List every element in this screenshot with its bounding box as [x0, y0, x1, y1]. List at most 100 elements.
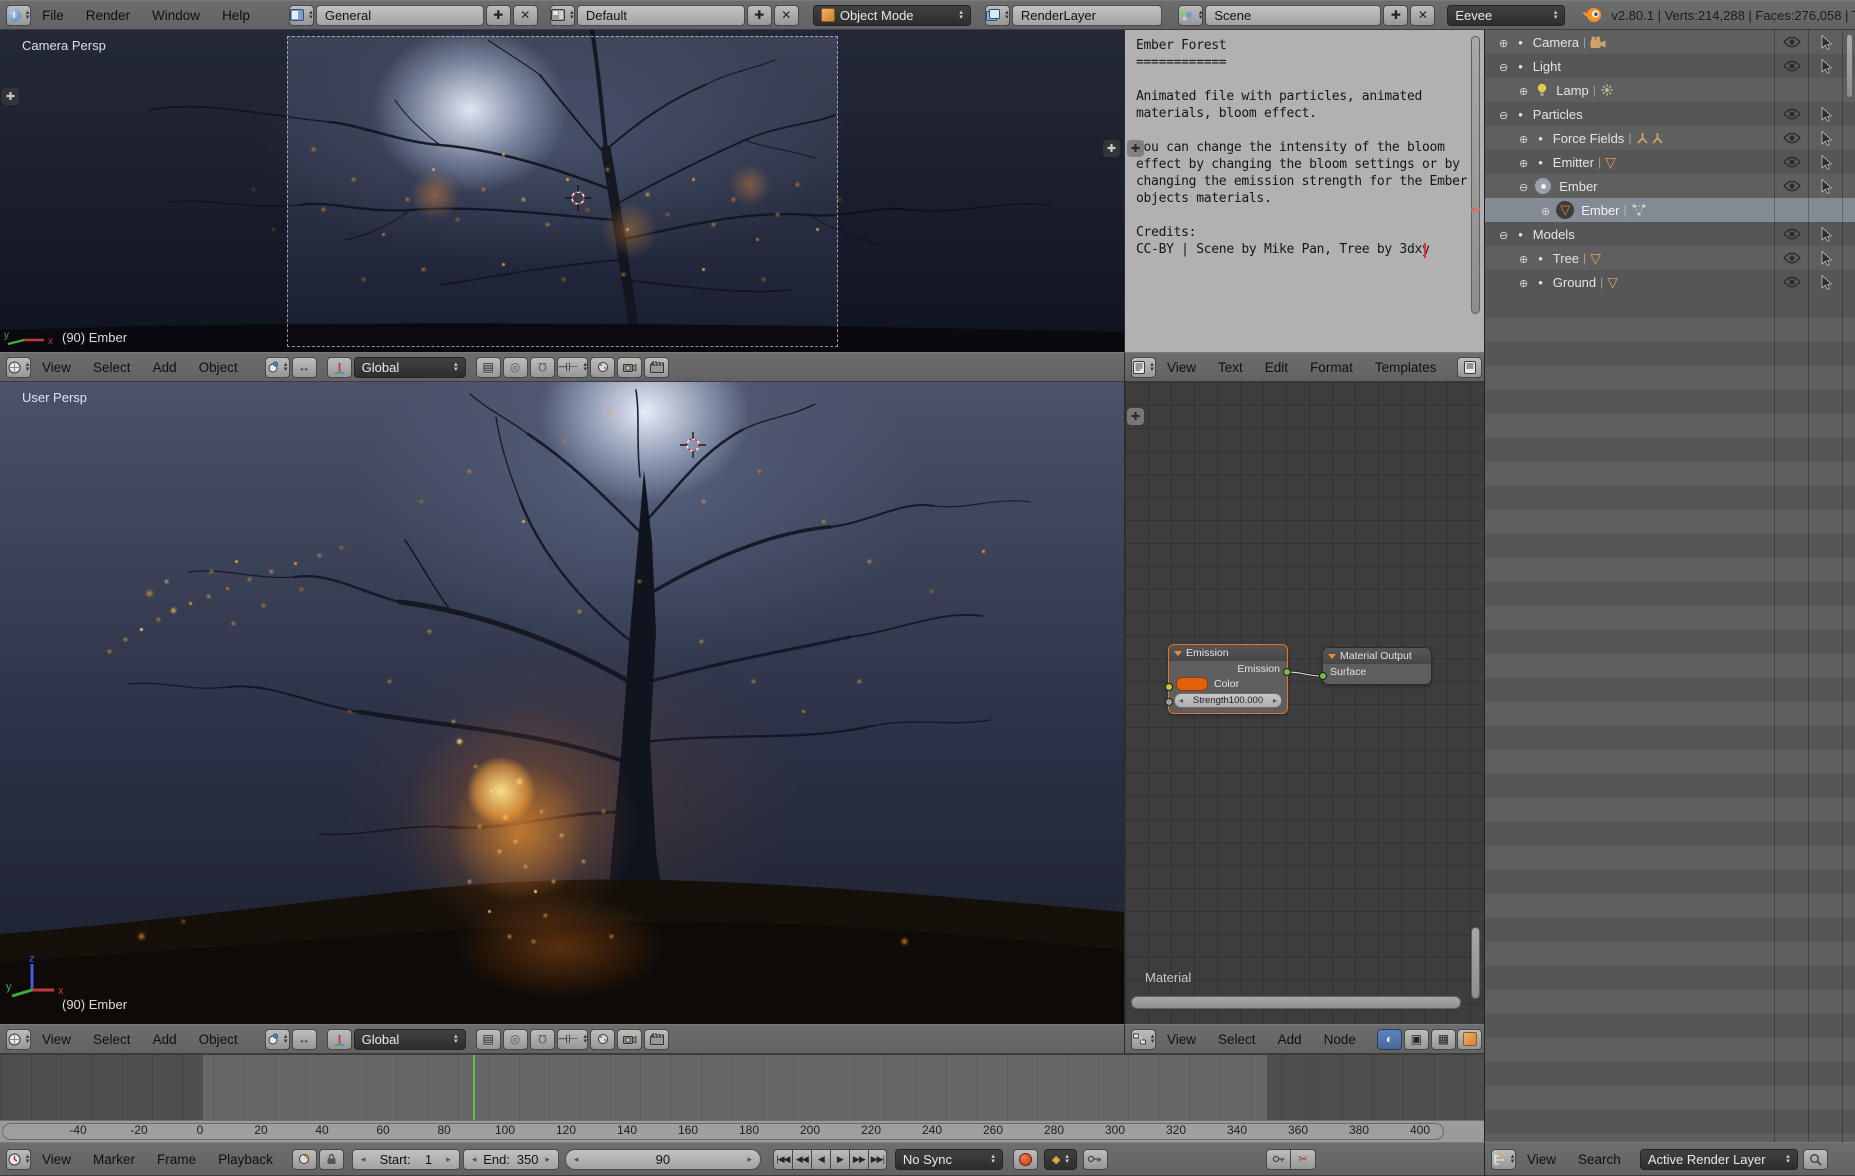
hide-toggle[interactable] — [1775, 222, 1809, 246]
shader-type-world-toggle[interactable]: ▣ — [1404, 1029, 1429, 1050]
color-input-socket[interactable] — [1165, 683, 1173, 691]
outliner-item-label[interactable]: Lamp — [1556, 83, 1589, 98]
snap-target-button[interactable]: ▤ — [476, 1029, 501, 1050]
snap-magnet-icon[interactable]: Ω — [530, 357, 555, 378]
node-editor-vscrollbar[interactable] — [1471, 927, 1480, 999]
layout-browse-button[interactable] — [550, 5, 575, 26]
add-scene-button[interactable]: ✚ — [1383, 5, 1408, 26]
shader-node-editor[interactable]: Emission Emission Color ◂Strength100.000… — [1124, 382, 1484, 1024]
selectability-toggle[interactable] — [1809, 246, 1843, 270]
editor-type-node-button[interactable] — [1131, 1029, 1156, 1050]
strength-slider[interactable]: ◂Strength100.000▸ — [1174, 693, 1282, 708]
record-button[interactable] — [1013, 1149, 1038, 1170]
selectability-toggle[interactable] — [1809, 30, 1843, 54]
workspace-name-field[interactable]: General — [316, 5, 484, 26]
color-swatch[interactable] — [1176, 677, 1208, 691]
node-editor-hscrollbar[interactable] — [1131, 996, 1461, 1009]
frame-end-field[interactable]: ◂End:350▸ — [463, 1149, 559, 1170]
workspace-browse-button[interactable] — [289, 5, 314, 26]
selectability-toggle[interactable] — [1809, 54, 1843, 78]
menu-select[interactable]: Select — [1207, 1032, 1267, 1047]
shader-type-linestyle-toggle[interactable]: ▦ — [1431, 1029, 1456, 1050]
region-expand-handle[interactable]: ✚ — [1103, 140, 1120, 157]
menu-text[interactable]: Text — [1207, 360, 1254, 375]
mode-dropdown[interactable]: Object Mode — [813, 5, 971, 26]
collapse-icon[interactable] — [1519, 179, 1528, 194]
expand-icon[interactable] — [1519, 83, 1528, 98]
menu-add[interactable]: Add — [142, 360, 188, 375]
menu-view[interactable]: View — [1516, 1152, 1567, 1167]
render-image-button[interactable]: + — [617, 1029, 642, 1050]
material-datablock-button[interactable] — [1457, 1029, 1482, 1050]
outliner-item-label[interactable]: Light — [1533, 59, 1561, 74]
expand-icon[interactable] — [1499, 35, 1508, 50]
editor-type-3dview-button[interactable] — [6, 357, 31, 378]
outliner-item-label[interactable]: Models — [1533, 227, 1575, 242]
hide-toggle[interactable] — [1775, 102, 1809, 126]
frame-start-field[interactable]: ◂Start:1▸ — [352, 1149, 460, 1170]
render-animation-button[interactable] — [644, 1029, 669, 1050]
close-workspace-button[interactable]: ✕ — [513, 5, 538, 26]
selectability-toggle[interactable] — [1809, 222, 1843, 246]
jump-to-start-button[interactable]: |◀◀ — [773, 1149, 792, 1170]
selectability-toggle[interactable] — [1809, 102, 1843, 126]
menu-frame[interactable]: Frame — [146, 1152, 207, 1167]
layout-name-field[interactable]: Default — [577, 5, 745, 26]
outliner-item-label[interactable]: Ground — [1553, 275, 1596, 290]
keying-popover-button[interactable] — [1083, 1149, 1108, 1170]
snap-target-button[interactable]: ▤ — [476, 357, 501, 378]
filter-search-button[interactable] — [1803, 1149, 1828, 1170]
pivot-point-button[interactable]: ⊣⊢ — [557, 1029, 588, 1050]
render-image-button[interactable]: + — [617, 357, 642, 378]
menu-node[interactable]: Node — [1313, 1032, 1367, 1047]
outliner-item-label[interactable]: Camera — [1533, 35, 1579, 50]
keyframe-insert-button[interactable] — [1266, 1149, 1291, 1170]
text-editor-scrollbar[interactable] — [1471, 36, 1480, 314]
menu-add[interactable]: Add — [142, 1032, 188, 1047]
lock-button[interactable] — [319, 1149, 344, 1170]
view-layer-browse-button[interactable] — [985, 5, 1010, 26]
outliner-row-ember-object[interactable]: ▽ Ember | — [1485, 198, 1855, 222]
menu-marker[interactable]: Marker — [82, 1152, 146, 1167]
collapse-icon[interactable] — [1499, 227, 1508, 242]
outliner-display-mode-dropdown[interactable]: Active Render Layer — [1640, 1149, 1798, 1170]
hide-toggle[interactable] — [1775, 54, 1809, 78]
shading-overlays-button[interactable] — [590, 357, 615, 378]
expand-icon[interactable] — [1519, 131, 1528, 146]
add-layout-button[interactable]: ✚ — [747, 5, 772, 26]
play-button[interactable]: ▶ — [830, 1149, 849, 1170]
text-datablock-button[interactable] — [1457, 357, 1482, 378]
menu-help[interactable]: Help — [211, 8, 261, 23]
expand-icon[interactable] — [1541, 203, 1550, 218]
keying-set-dropdown[interactable]: ◆ — [1044, 1149, 1077, 1170]
viewport-camera[interactable]: Camera Persp (90) Ember x y ✚ — [0, 30, 1124, 352]
orientation-dropdown[interactable]: Global — [354, 1029, 466, 1050]
menu-search[interactable]: Search — [1567, 1152, 1632, 1167]
view-layer-name-field[interactable]: RenderLayer — [1012, 5, 1162, 26]
scene-browse-button[interactable] — [1178, 5, 1204, 26]
render-engine-dropdown[interactable]: Eevee — [1447, 5, 1565, 26]
menu-file[interactable]: File — [31, 8, 75, 23]
mode-orb-button[interactable] — [265, 1029, 290, 1050]
editor-type-outliner-button[interactable] — [1491, 1149, 1516, 1170]
shader-type-object-toggle[interactable]: ◐ — [1377, 1029, 1402, 1050]
hide-toggle[interactable] — [1775, 126, 1809, 150]
expand-icon[interactable] — [1519, 275, 1528, 290]
region-expand-handle[interactable]: ✚ — [1127, 408, 1144, 425]
selectability-toggle[interactable] — [1809, 150, 1843, 174]
proportional-edit-icon[interactable]: ◎ — [503, 1029, 528, 1050]
close-layout-button[interactable]: ✕ — [774, 5, 799, 26]
expand-icon[interactable] — [1519, 251, 1528, 266]
strength-input-socket[interactable] — [1165, 698, 1173, 706]
text-editor[interactable]: Ember Forest ============ Animated file … — [1124, 30, 1484, 352]
outliner-scrollbar[interactable] — [1846, 34, 1853, 98]
outliner-item-label[interactable]: Particles — [1533, 107, 1583, 122]
sync-dropdown[interactable]: No Sync — [895, 1149, 1003, 1170]
region-expand-handle[interactable]: ✚ — [1127, 140, 1144, 157]
play-reverse-button[interactable]: ◀ — [811, 1149, 830, 1170]
menu-view[interactable]: View — [1156, 1032, 1207, 1047]
viewport-user[interactable]: User Persp (90) Ember z x y — [0, 382, 1124, 1024]
editor-type-text-button[interactable] — [1131, 357, 1156, 378]
outliner-item-label[interactable]: Tree — [1553, 251, 1579, 266]
timeline-ruler[interactable]: -40 -20 0 20 40 60 80 100 120 140 160 18… — [0, 1120, 1484, 1142]
